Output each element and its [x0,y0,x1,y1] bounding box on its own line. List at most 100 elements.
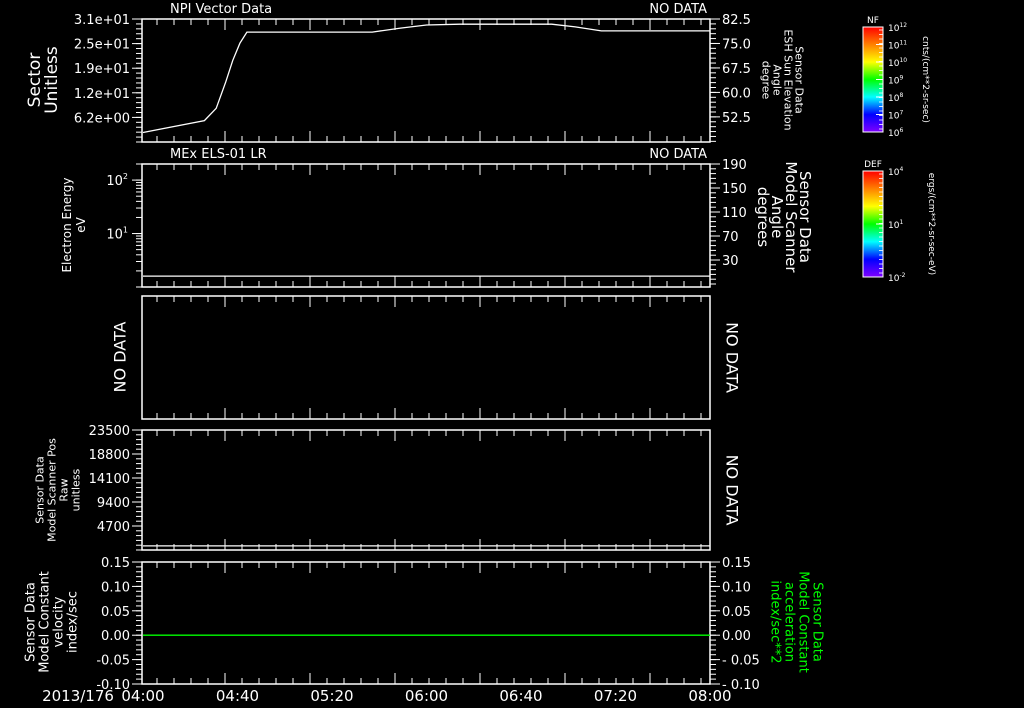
y-tick-label: 18800 [89,448,130,463]
x-tick-label: 04:40 [216,687,259,705]
tick-base: 10 [106,228,123,243]
no-data-label-left: NO DATA [111,322,130,393]
panel-5 [141,561,711,685]
colorbar-tick-label: 1012 [888,22,907,34]
tick-base: 10 [888,221,900,231]
x-tick-label: 07:20 [594,687,637,705]
colorbar-tick-label: 101 [888,219,903,231]
x-tick-label: 04:00 [121,687,164,705]
x-tick-label: 05:20 [310,687,353,705]
plot-window: NPI Vector Data NO DATA 3.1e+01 2.5e+01 1.9e… [0,0,1024,708]
y-tick-label: 0.05 [101,605,130,620]
panel-status: NO DATA [649,147,707,162]
series-line [142,23,710,134]
y-tick-label: 23500 [89,424,130,439]
y2-tick-label: 30 [722,254,739,269]
y-axis-label: index/sec [66,591,81,653]
colorbar-tick-label: 1011 [888,39,907,51]
tick-base: 10 [106,174,123,189]
colorbar-unit-label: ergs/(cm**2-sr-sec-eV) [926,173,936,275]
y-axis-label: eV [74,216,88,232]
tick-exponent: 11 [899,39,907,46]
y-tick-label: 3.1e+01 [74,13,130,28]
panel-status: NO DATA [649,2,707,17]
tick-base: 10 [888,129,900,139]
tick-exponent: 1 [123,226,128,235]
colorbar-tick-label: 104 [888,166,903,178]
x-tick-label: 06:00 [405,687,448,705]
x-tick-label: 06:40 [499,687,542,705]
y-axis-label: Unitless [42,46,62,114]
y-axis-label: Sensor Data [24,582,39,662]
y-tick-label: 0.15 [101,556,130,571]
y-axis-label: velocity [52,596,67,647]
y-axis-label: Electron Energy [60,177,74,272]
y2-tick-label: 0.10 [722,580,751,595]
panel-frame [141,561,711,685]
y2-axis-label: Model Constant [796,571,811,673]
colorbar-tick-label: 1010 [888,57,907,69]
y2-tick-label: 67.5 [722,62,751,77]
panel-frame [141,295,711,420]
tick-base: 10 [888,168,900,178]
tick-base: 10 [888,59,900,69]
y2-tick-label: 110 [722,206,747,221]
tick-base: 10 [888,24,900,34]
y2-tick-label: 75.0 [722,37,751,52]
panel-title: NPI Vector Data [170,2,272,17]
y-tick-label: 2.5e+01 [74,38,130,53]
y2-tick-label: 150 [722,182,747,197]
tick-base: 10 [888,274,900,284]
panel-frame [141,429,711,551]
y2-tick-label: 190 [722,158,747,173]
y-tick-label: 102 [106,172,128,189]
panel-1 [141,18,711,143]
date-label: 2013/176 [42,687,114,705]
no-data-label-right: NO DATA [723,322,742,393]
x-tick-label: 08:00 [688,687,731,705]
y2-tick-label: - 0.05 [722,654,760,669]
tick-base: 10 [888,112,900,122]
panel-frame [141,163,711,288]
tick-exponent: -2 [899,272,905,279]
tick-exponent: 9 [899,74,903,81]
tick-exponent: 6 [899,127,903,134]
y-tick-label: 4700 [97,520,130,535]
y2-tick-label: 60.0 [722,86,751,101]
y-axis-label: Model Constant [38,571,53,673]
y2-tick-label: 0.00 [722,629,751,644]
y-tick-label: 0.00 [101,629,130,644]
tick-exponent: 4 [899,166,903,173]
panel-title: MEx ELS-01 LR [170,147,267,162]
colorbar-tick-label: 10-2 [888,272,906,284]
y-tick-label: -0.05 [96,654,130,669]
tick-exponent: 8 [899,92,903,99]
tick-base: 10 [888,42,900,52]
colorbar-tick-label: 107 [888,109,903,121]
tick-exponent: 2 [123,172,128,181]
tick-exponent: 12 [899,22,907,29]
tick-exponent: 10 [899,57,907,64]
colorbar-tick-label: 109 [888,74,903,86]
colorbar-label: DEF [864,160,882,170]
colorbar-tick-label: 106 [888,127,903,139]
y2-axis-label: degree [760,61,773,100]
y2-axis-label: degrees [754,187,772,248]
colorbar-tick-label: 108 [888,92,903,104]
y-tick-label: 0.10 [101,580,130,595]
tick-exponent: 1 [899,219,903,226]
y-axis-label: unitless [70,468,83,511]
panel-2 [141,163,711,288]
y2-tick-label: 70 [722,230,739,245]
y2-axis-label: acceleration [782,582,797,662]
stacked-time-series-plot: NPI Vector Data NO DATA 3.1e+01 2.5e+01 1.9e… [24,2,937,705]
panel-4 [141,429,711,551]
panel-frame [141,18,711,143]
y2-tick-label: 52.5 [722,111,751,126]
y-tick-label: 1.9e+01 [74,62,130,77]
y-tick-label: 14100 [89,472,130,487]
y-tick-label: 6.2e+00 [74,111,130,126]
colorbar-unit-label: cnts/(cm**2-sr-sec) [920,36,930,123]
colorbar-label: NF [867,16,879,26]
y-tick-label: 9400 [97,496,130,511]
